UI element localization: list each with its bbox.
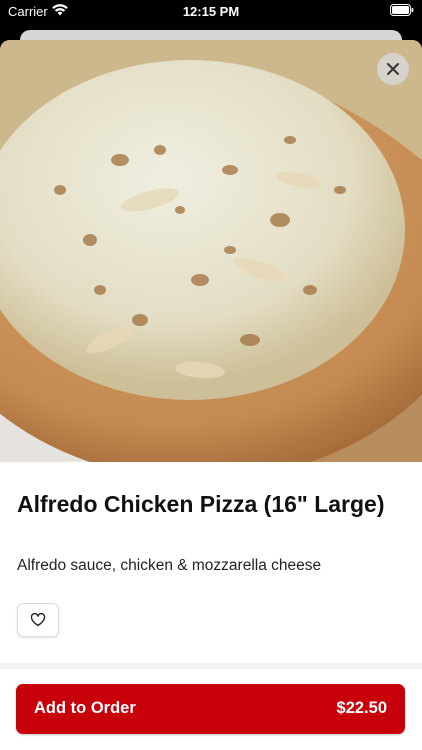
order-price: $22.50 xyxy=(336,699,387,717)
pizza-image xyxy=(0,40,422,462)
item-detail-sheet: Alfredo Chicken Pizza (16" Large) Alfred… xyxy=(0,40,422,750)
add-to-order-button[interactable]: Add to Order $22.50 xyxy=(16,684,405,734)
add-to-order-label: Add to Order xyxy=(34,699,136,717)
close-button[interactable] xyxy=(377,53,409,85)
pizza-photo xyxy=(0,40,422,462)
battery-icon xyxy=(390,4,414,16)
favorite-button[interactable] xyxy=(17,603,59,637)
close-icon xyxy=(387,63,399,75)
status-bar: Carrier 12:15 PM xyxy=(0,0,422,24)
section-divider xyxy=(0,663,422,669)
item-title: Alfredo Chicken Pizza (16" Large) xyxy=(17,491,385,517)
item-description: Alfredo sauce, chicken & mozzarella chee… xyxy=(17,557,322,574)
heart-icon xyxy=(30,612,46,627)
clock: 12:15 PM xyxy=(182,4,240,19)
